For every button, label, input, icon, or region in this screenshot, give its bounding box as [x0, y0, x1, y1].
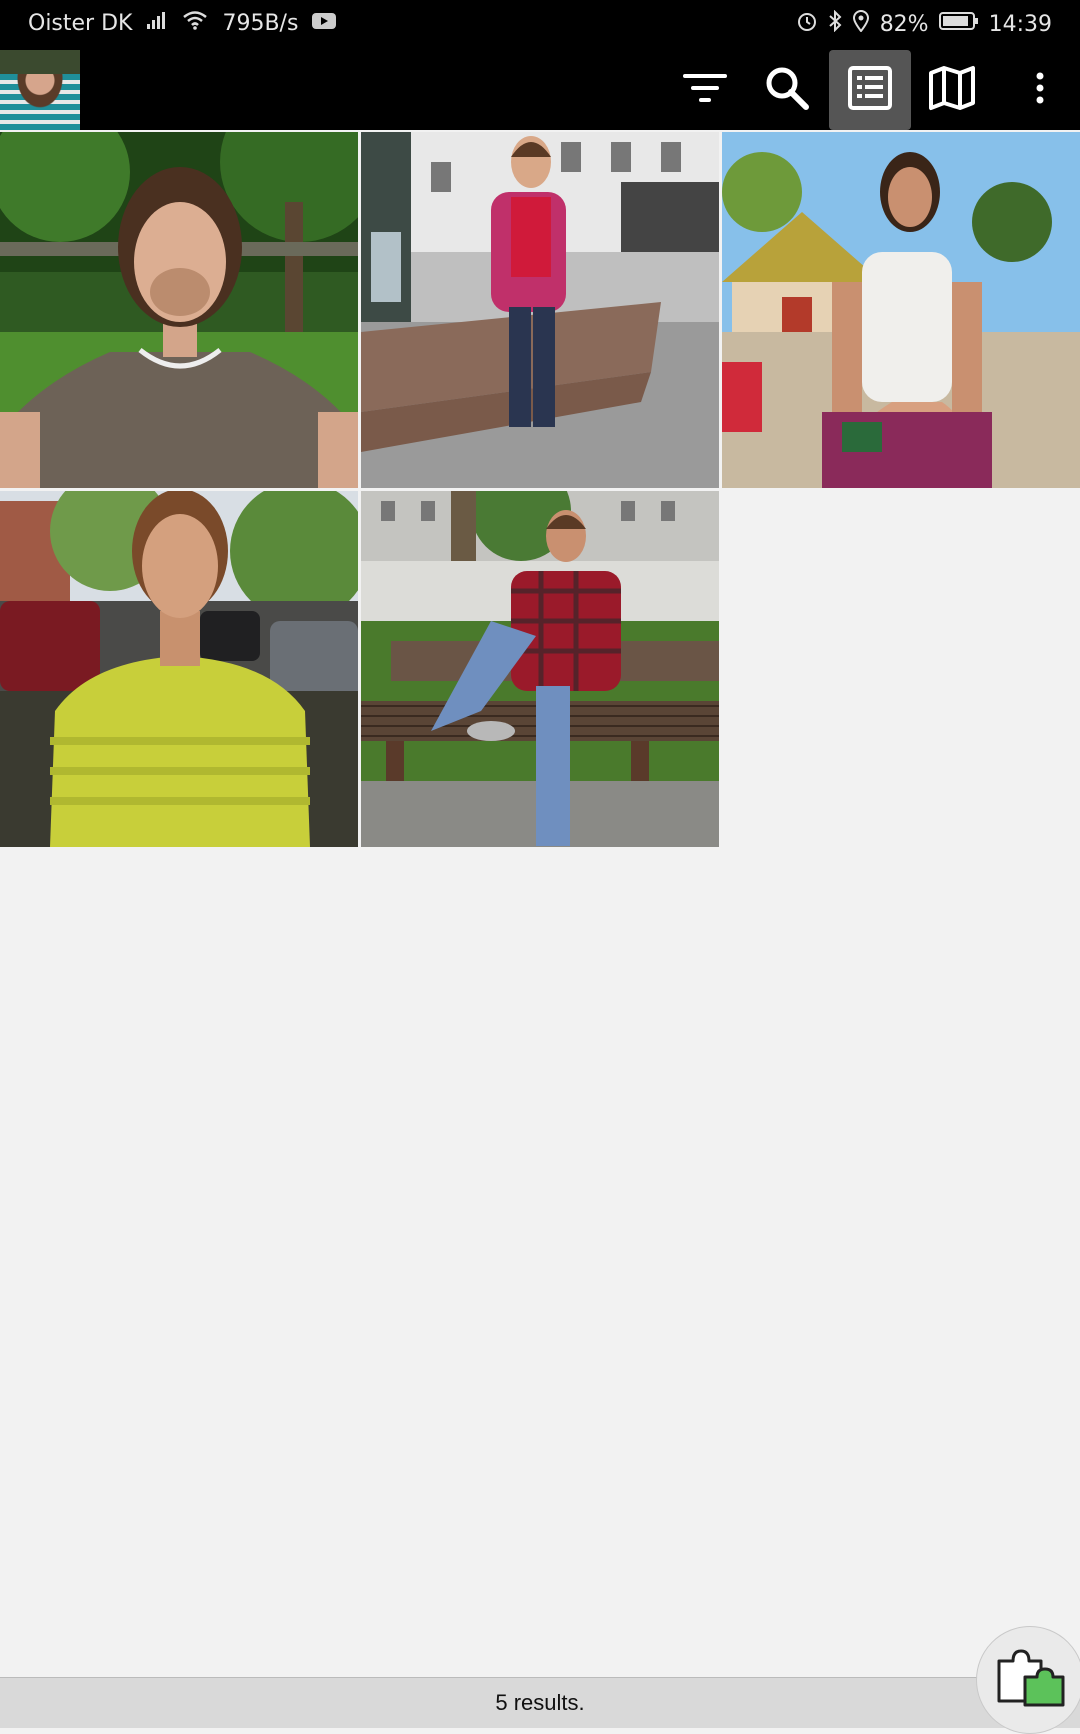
net-speed: 795B/s: [222, 10, 299, 36]
location-icon: [852, 10, 870, 38]
status-bar: Oister DK 795B/s 82% 14:39: [0, 0, 1080, 50]
map-button[interactable]: [911, 50, 993, 130]
filter-icon: [681, 68, 729, 113]
signal-icon: [146, 10, 168, 36]
results-count: 5 results.: [495, 1690, 585, 1715]
results-footer: 5 results.: [0, 1677, 1080, 1728]
photo-thumbnail[interactable]: [361, 132, 719, 488]
youtube-notification-icon: [312, 11, 337, 36]
map-icon: [928, 65, 976, 116]
battery-icon: [938, 11, 979, 37]
list-view-icon: [847, 65, 893, 116]
plugins-fab[interactable]: [976, 1626, 1080, 1734]
more-options-button[interactable]: [1000, 50, 1080, 130]
carrier-name: Oister DK: [28, 10, 133, 36]
battery-percent: 82%: [879, 11, 929, 37]
more-options-icon: [1035, 71, 1045, 110]
clock: 14:39: [988, 11, 1052, 37]
list-view-button[interactable]: [829, 50, 911, 130]
photo-thumbnail[interactable]: [0, 491, 358, 847]
photo-thumbnail[interactable]: [722, 132, 1080, 488]
alarm-icon: [796, 10, 818, 38]
bluetooth-icon: [828, 9, 842, 38]
toolbar: [0, 50, 1080, 130]
wifi-icon: [182, 10, 208, 36]
photo-thumbnail[interactable]: [0, 132, 358, 488]
search-icon: [764, 65, 810, 116]
search-button[interactable]: [746, 50, 828, 130]
puzzle-icon: [995, 1647, 1065, 1712]
photo-thumbnail[interactable]: [361, 491, 719, 847]
filter-button[interactable]: [664, 50, 746, 130]
avatar[interactable]: [0, 50, 80, 130]
